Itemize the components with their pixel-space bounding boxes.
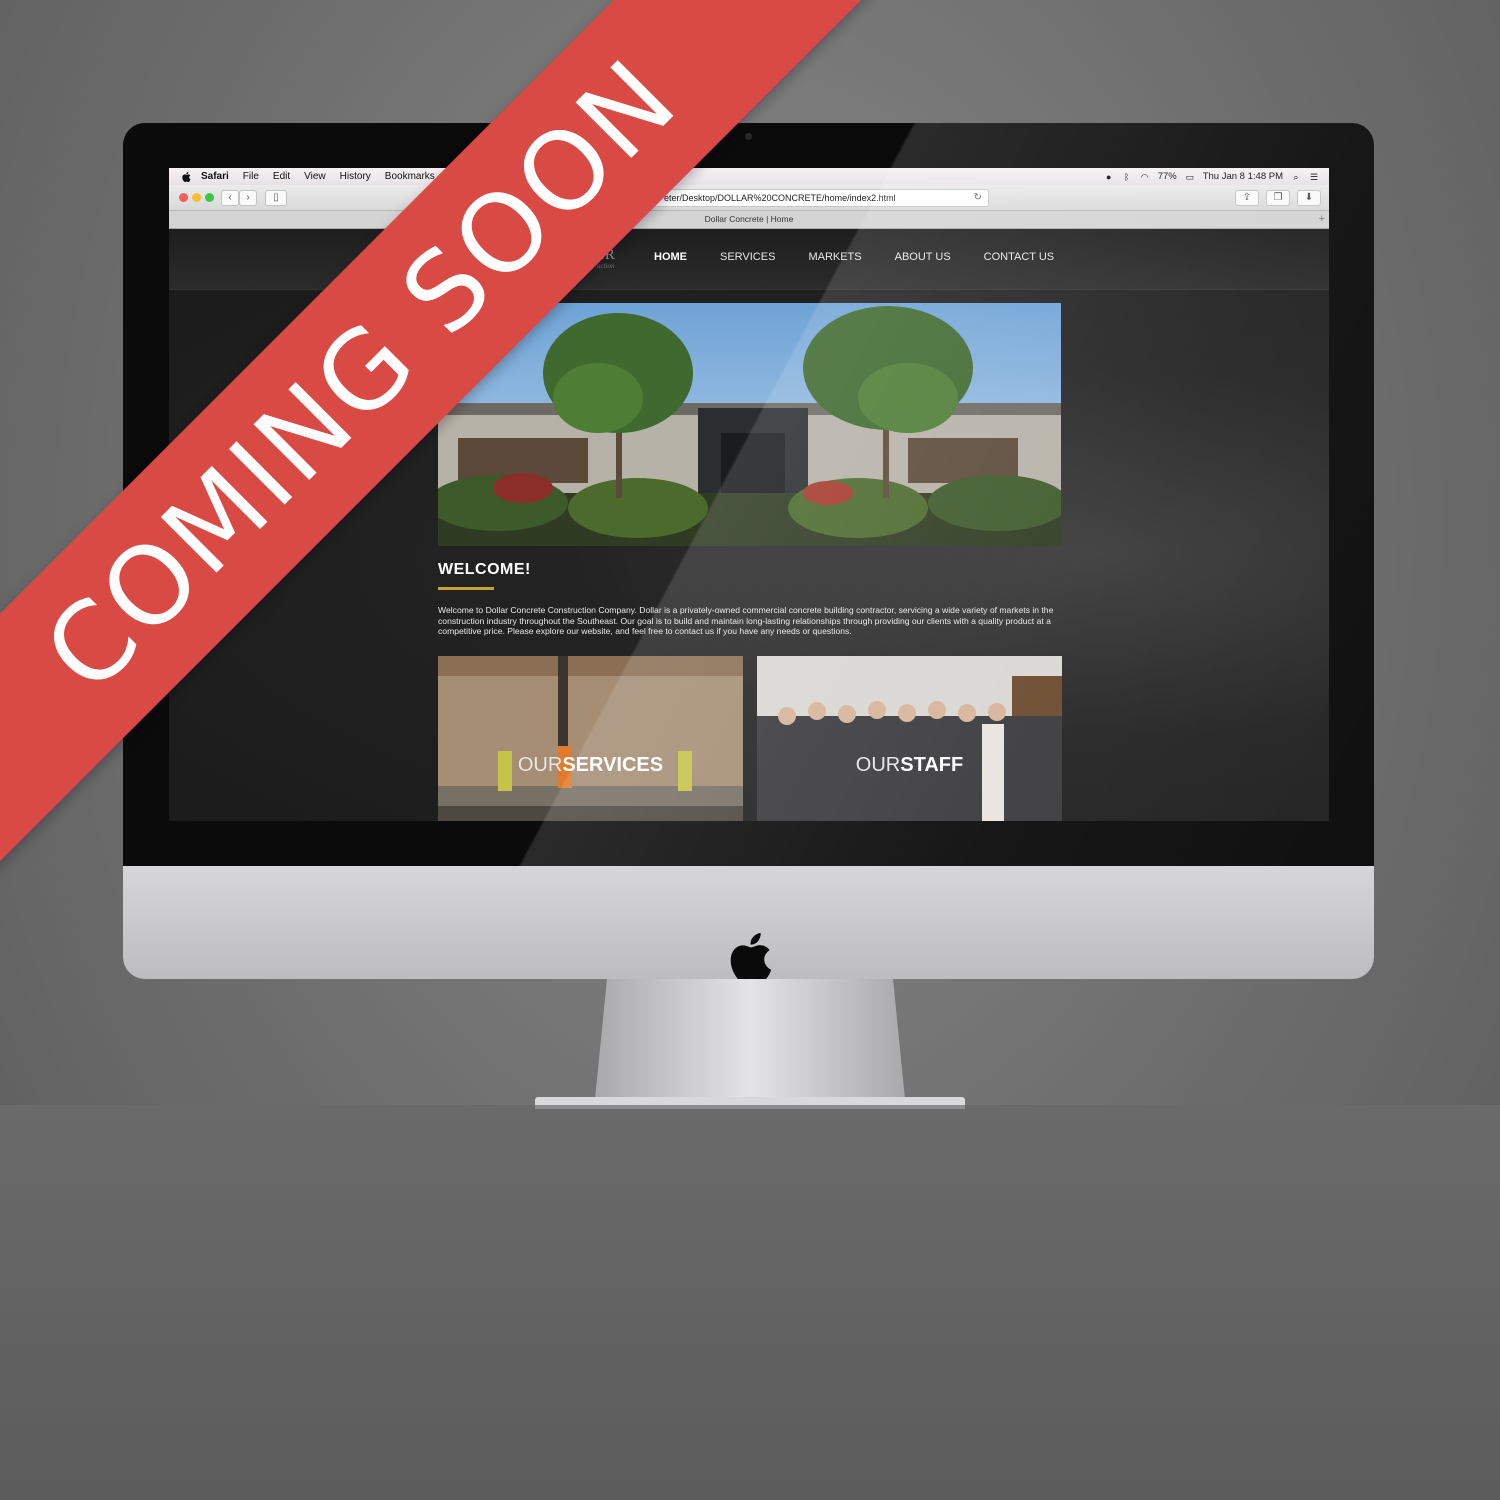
address-url: Peter/Desktop/DOLLAR%20CONCRETE/home/ind… <box>658 193 896 203</box>
screen: Safari File Edit View History Bookmarks … <box>169 168 1329 821</box>
nav-home[interactable]: HOME <box>654 251 687 263</box>
imac-monitor: Safari File Edit View History Bookmarks … <box>123 123 1374 983</box>
our-services-title: OURSERVICES <box>438 754 743 777</box>
spotlight-search-icon[interactable]: ⌕ <box>1291 172 1301 182</box>
menu-edit[interactable]: Edit <box>273 171 290 182</box>
tab-title[interactable]: Dollar Concrete | Home <box>705 214 794 224</box>
site-nav: HOME SERVICES MARKETS ABOUT US CONTACT U… <box>654 251 1054 263</box>
back-button[interactable]: ‹ <box>221 190 239 206</box>
chevron-right-icon: › <box>246 192 250 203</box>
menu-file[interactable]: File <box>243 171 259 182</box>
our-services-title-light: OUR <box>517 754 563 776</box>
forward-button[interactable]: › <box>239 190 257 206</box>
camera-icon <box>745 133 752 140</box>
reload-icon[interactable]: ↻ <box>974 190 982 206</box>
menu-history[interactable]: History <box>340 171 371 182</box>
welcome-underline <box>438 587 494 590</box>
fullscreen-window-button[interactable] <box>205 193 214 202</box>
safari-toolbar: ‹ › ▯ Peter/Desktop/DOLLAR%20CONCRETE/ho… <box>169 185 1329 211</box>
our-services-title-strong: SERVICES <box>562 754 664 776</box>
menubar-status: ● ᛒ ◠ 77% ▭ Thu Jan 8 1:48 PM ⌕ ☰ <box>1104 168 1319 185</box>
mac-menubar: Safari File Edit View History Bookmarks … <box>169 168 1329 185</box>
nav-services[interactable]: SERVICES <box>720 251 775 263</box>
tabs-overview-button[interactable]: ❐ <box>1266 190 1290 206</box>
apple-logo-icon <box>730 933 772 983</box>
downloads-button[interactable]: ⬇ <box>1297 190 1321 206</box>
download-icon: ⬇ <box>1304 192 1314 203</box>
our-staff-title-strong: STAFF <box>900 754 964 776</box>
minimize-window-button[interactable] <box>192 193 201 202</box>
our-staff-title: OURSTAFF <box>757 754 1062 777</box>
menu-view[interactable]: View <box>304 171 326 182</box>
evernote-icon[interactable]: ● <box>1104 172 1114 182</box>
sidebar-toggle-button[interactable]: ▯ <box>265 190 287 206</box>
tab-bar: Dollar Concrete | Home + <box>169 211 1329 229</box>
monitor-bezel: Safari File Edit View History Bookmarks … <box>123 123 1374 866</box>
welcome-paragraph: Welcome to Dollar Concrete Construction … <box>438 605 1054 637</box>
menu-safari[interactable]: Safari <box>201 171 229 182</box>
website: AR uction HOME SERVICES MARKETS ABOUT US… <box>169 229 1329 821</box>
building-photo <box>438 303 1061 546</box>
floor-background <box>0 1105 1500 1500</box>
apple-menu-icon[interactable] <box>181 171 193 183</box>
bluetooth-icon[interactable]: ᛒ <box>1122 172 1132 182</box>
battery-icon[interactable]: ▭ <box>1185 172 1195 182</box>
hero-image <box>438 303 1061 546</box>
share-icon: ⇪ <box>1242 192 1252 203</box>
site-logo-subtext: uction <box>597 262 615 270</box>
new-tab-icon[interactable]: + <box>1319 211 1325 228</box>
address-bar[interactable]: Peter/Desktop/DOLLAR%20CONCRETE/home/ind… <box>469 189 989 207</box>
our-staff-card[interactable]: OURSTAFF <box>757 656 1062 821</box>
our-services-card[interactable]: OURSERVICES <box>438 656 743 821</box>
close-window-button[interactable] <box>179 193 188 202</box>
site-header: AR uction HOME SERVICES MARKETS ABOUT US… <box>169 229 1329 290</box>
sidebar-icon: ▯ <box>273 192 279 203</box>
monitor-stand <box>535 979 965 1109</box>
nav-contact-us[interactable]: CONTACT US <box>984 251 1055 263</box>
tabs-icon: ❐ <box>1273 192 1283 203</box>
welcome-heading: WELCOME! <box>438 561 531 578</box>
menubar-clock[interactable]: Thu Jan 8 1:48 PM <box>1203 171 1283 182</box>
nav-markets[interactable]: MARKETS <box>808 251 861 263</box>
our-staff-title-light: OUR <box>855 754 901 776</box>
nav-about-us[interactable]: ABOUT US <box>895 251 951 263</box>
share-button[interactable]: ⇪ <box>1235 190 1259 206</box>
monitor-chin <box>123 866 1374 983</box>
notification-center-icon[interactable]: ☰ <box>1309 172 1319 182</box>
wifi-icon[interactable]: ◠ <box>1140 172 1150 182</box>
staff-photo <box>757 656 1062 821</box>
chevron-left-icon: ‹ <box>228 192 232 203</box>
battery-percent: 77% <box>1157 171 1177 182</box>
services-photo <box>438 656 743 821</box>
menu-bookmarks[interactable]: Bookmarks <box>385 171 435 182</box>
